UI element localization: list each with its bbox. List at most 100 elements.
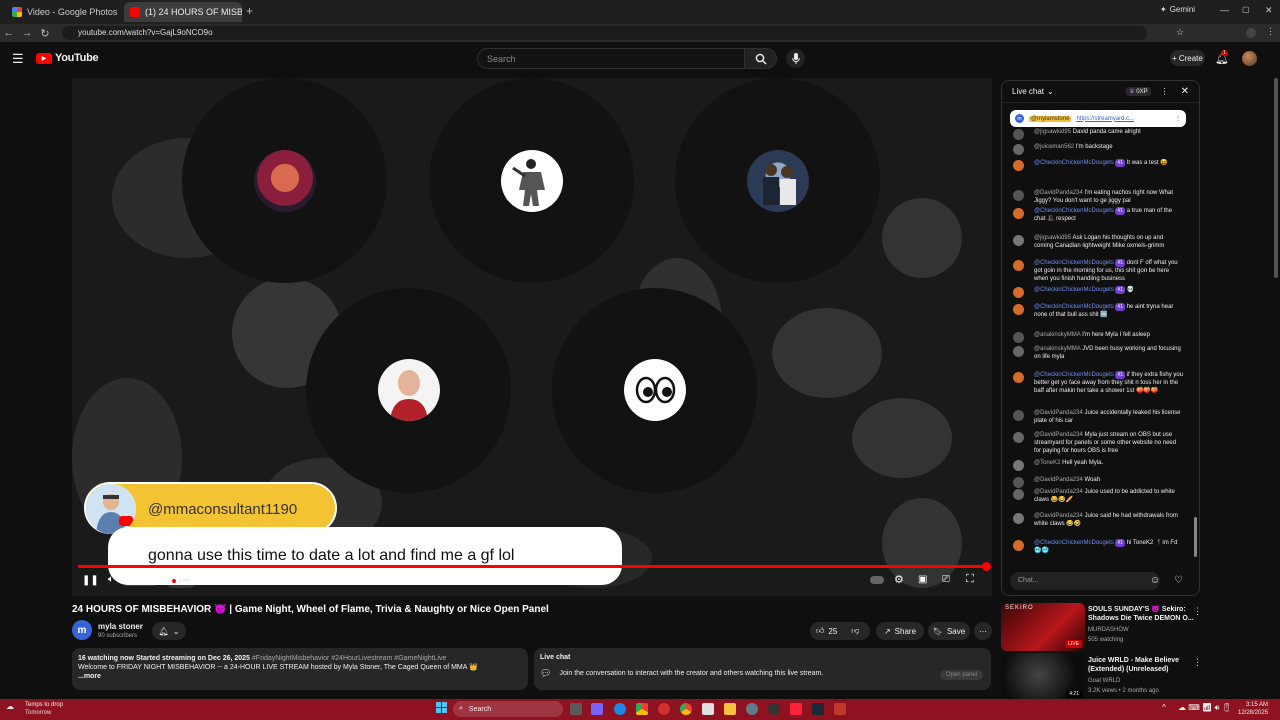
app-icon-2[interactable] [834, 703, 846, 715]
teams-icon[interactable] [591, 703, 603, 715]
windows-start-icon[interactable] [436, 702, 447, 713]
open-panel-button[interactable]: Open panel [939, 670, 983, 680]
weather-widget[interactable]: Temps to drop Tomorrow [25, 701, 63, 717]
chat-user-avatar[interactable] [1013, 410, 1024, 421]
chat-username[interactable]: @CheckinChickenMcDougets [1034, 372, 1114, 378]
fullscreen-icon[interactable]: ⛶ [966, 573, 974, 586]
steam-icon[interactable] [812, 703, 824, 715]
suggestion-menu-icon[interactable]: ⋮ [1193, 657, 1202, 668]
tray-chevron-icon[interactable]: ^ [1162, 703, 1166, 712]
chat-username[interactable]: @DavidPanda234 [1034, 477, 1083, 483]
chat-user-avatar[interactable] [1013, 260, 1024, 271]
chat-user-avatar[interactable] [1013, 489, 1024, 500]
pinned-message[interactable]: m @mylamstone https://streamyard.c... ⋮ [1010, 110, 1186, 127]
save-button[interactable]: 🔖︎ Save [928, 622, 970, 640]
chat-username[interactable]: @juiceman562 [1034, 144, 1074, 150]
chat-message[interactable]: @CheckinChickenMcDougets #1 if they extr… [1012, 371, 1184, 395]
account-avatar[interactable] [1242, 51, 1257, 66]
chat-username[interactable]: @CheckinChickenMcDougets [1034, 160, 1114, 166]
chat-username[interactable]: @CheckinChickenMcDougets [1034, 208, 1114, 214]
suggestion-title[interactable]: Juice WRLD - Make Believe (Extended) (Un… [1088, 656, 1198, 674]
chat-username[interactable]: @DavidPanda234 [1034, 410, 1083, 416]
minimize-button[interactable]: — [1220, 5, 1229, 15]
live-indicator[interactable]: Live [166, 574, 197, 588]
forward-icon[interactable]: → [18, 27, 36, 39]
cast-icon[interactable]: ⎚ [942, 574, 950, 585]
close-chat-icon[interactable]: ✕ [1181, 86, 1189, 97]
suggestion-menu-icon[interactable]: ⋮ [1193, 606, 1202, 617]
chat-username[interactable]: @jigsawkid95 [1034, 129, 1071, 135]
chat-message[interactable]: @anakinskyMMA I'm here Myla I fell aslee… [1012, 331, 1184, 343]
chat-user-avatar[interactable] [1013, 372, 1024, 383]
volume-icon[interactable]: 🔈︎ [108, 574, 114, 585]
youtube-logo[interactable]: ▶ YouTube [36, 52, 99, 64]
chat-user-avatar[interactable] [1013, 477, 1024, 488]
chat-scrollbar[interactable] [1194, 517, 1197, 557]
chat-user-avatar[interactable] [1013, 432, 1024, 443]
file-explorer-icon[interactable] [724, 703, 736, 715]
live-chat-title[interactable]: Live chat [1012, 87, 1044, 96]
suggestion-channel[interactable]: Goat WRLD [1088, 677, 1120, 685]
volume-handle[interactable] [132, 578, 138, 584]
search-button[interactable] [745, 48, 777, 69]
new-tab-button[interactable]: + [246, 4, 253, 18]
chat-username[interactable]: @anakinskyMMA [1034, 346, 1080, 352]
chat-user-avatar[interactable] [1013, 346, 1024, 357]
chat-username[interactable]: @DavidPanda234 [1034, 489, 1083, 495]
dislike-icon[interactable]: 👎︎ [851, 626, 859, 636]
volume-slider[interactable] [122, 576, 158, 586]
chat-message[interactable]: @CheckinChickenMcDougets #1 hi ToneK2 🕴i… [1012, 539, 1184, 555]
chat-message[interactable]: @DavidPanda234 Juice used to be addicted… [1012, 488, 1184, 504]
chrome-icon[interactable] [680, 703, 692, 715]
chat-username[interactable]: @DavidPanda234 [1034, 432, 1083, 438]
chat-username[interactable]: @CheckinChickenMcDougets [1034, 287, 1114, 293]
store-icon[interactable] [702, 703, 714, 715]
voice-search-button[interactable] [786, 49, 805, 68]
chat-username[interactable]: @DavidPanda234 [1034, 190, 1083, 196]
profile-avatar[interactable] [1246, 28, 1256, 38]
settings-icon[interactable] [746, 703, 758, 715]
more-actions-button[interactable]: ⋯ [974, 622, 992, 640]
chat-user-avatar[interactable] [1013, 190, 1024, 201]
chat-user-avatar[interactable] [1013, 287, 1024, 298]
url-field[interactable]: youtube.com/watch?v=GajL9oNCO9o [62, 26, 1147, 40]
chat-user-avatar[interactable] [1013, 540, 1024, 551]
chevron-down-icon[interactable]: ⌄ [1047, 87, 1054, 96]
chat-message[interactable]: @DavidPanda234 Woah [1012, 476, 1184, 488]
chat-message[interactable]: @CheckinChickenMcDougets #1 a true man o… [1012, 207, 1184, 223]
chat-message[interactable]: @DavidPanda234 Juice accidentally leaked… [1012, 409, 1184, 425]
maximize-button[interactable]: ▢ [1242, 5, 1250, 14]
channel-avatar[interactable]: m [72, 620, 92, 640]
chat-message[interactable]: @ToneK2 Hell yeah Myla. [1012, 459, 1184, 471]
emoji-icon[interactable]: ☺ [1150, 575, 1160, 586]
edge-icon[interactable] [614, 703, 626, 715]
pinned-menu-icon[interactable]: ⋮ [1175, 115, 1181, 122]
channel-name[interactable]: myla stoner [98, 622, 143, 631]
chat-username[interactable]: @CheckinChickenMcDougets [1034, 304, 1114, 310]
tab-youtube[interactable]: (1) 24 HOURS OF MISBEHAV ✕ [124, 2, 242, 22]
tray-icons[interactable]: ☁ ⌨ 📶︎ 🔊︎ 🔋︎ [1178, 703, 1232, 713]
chat-user-avatar[interactable] [1013, 129, 1024, 140]
music-icon[interactable] [790, 703, 802, 715]
xp-indicator[interactable]: ♛ 0XP [1126, 87, 1151, 96]
description-more-link[interactable]: ...more [78, 672, 522, 681]
page-scrollbar[interactable] [1274, 78, 1278, 278]
suggestion-thumbnail[interactable]: SEKIRO LIVE [1001, 603, 1085, 651]
chat-user-avatar[interactable] [1013, 513, 1024, 524]
chat-username[interactable]: @anakinskyMMA [1034, 332, 1080, 338]
chat-message[interactable]: @juiceman562 I'm backstage [1012, 143, 1184, 155]
photos-icon[interactable] [636, 703, 648, 715]
subscribe-notifications-button[interactable]: 🔔︎ ⌄ [152, 622, 186, 640]
share-button[interactable]: ↗ Share [876, 622, 924, 640]
obs-icon[interactable] [768, 703, 780, 715]
chat-username[interactable]: @DavidPanda234 [1034, 513, 1083, 519]
back-icon[interactable]: ← [0, 27, 18, 39]
chat-user-avatar[interactable] [1013, 235, 1024, 246]
chat-username[interactable]: @jigsawkid95 [1034, 235, 1071, 241]
clock[interactable]: 3:15 AM 12/28/2025 [1238, 701, 1268, 717]
video-progress-bar[interactable] [78, 565, 988, 568]
suggestion-title[interactable]: SOULS SUNDAY'S 😈 Sekiro: Shadows Die Twi… [1088, 605, 1198, 623]
hamburger-menu-icon[interactable]: ☰ [12, 51, 24, 67]
chat-user-avatar[interactable] [1013, 332, 1024, 343]
chat-message[interactable]: @DavidPanda234 Juice said he had withdra… [1012, 512, 1184, 528]
